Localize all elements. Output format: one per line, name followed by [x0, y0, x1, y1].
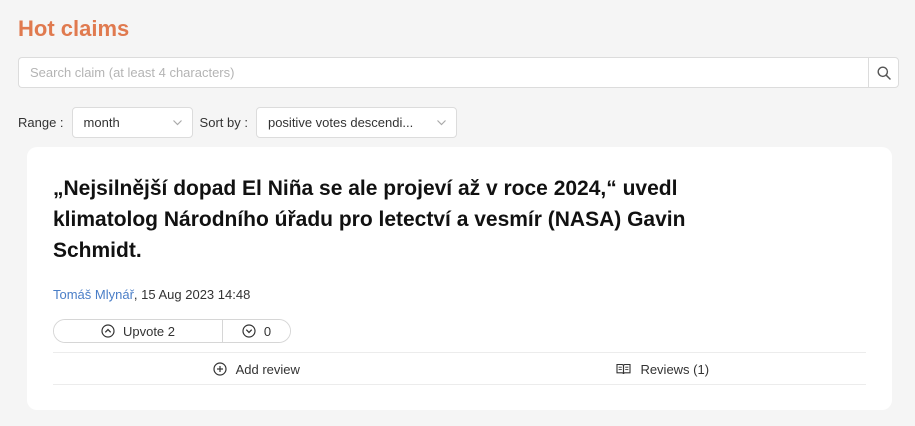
plus-circle-icon	[212, 362, 227, 376]
chevron-up-circle-icon	[101, 324, 115, 338]
range-select-value: month	[83, 115, 120, 130]
downvote-button[interactable]: 0	[223, 320, 290, 342]
chevron-down-icon	[437, 120, 446, 126]
reviews-button[interactable]: Reviews (1)	[459, 354, 866, 385]
author-link[interactable]: Tomáš Mlynář	[53, 287, 134, 302]
claim-text: „Nejsilnější dopad El Niña se ale projev…	[53, 177, 686, 262]
filter-bar: Range : month Sort by : positive votes d…	[18, 107, 457, 138]
reviews-label: Reviews (1)	[640, 361, 710, 377]
add-review-label: Add review	[235, 361, 300, 377]
claim-card: „Nejsilnější dopad El Niña se ale projev…	[27, 147, 892, 410]
range-select[interactable]: month	[71, 107, 193, 138]
range-label: Range :	[18, 115, 64, 130]
upvote-button[interactable]: Upvote 2	[54, 320, 223, 342]
add-review-button[interactable]: Add review	[53, 354, 460, 385]
search-bar	[18, 57, 899, 88]
chevron-down-circle-icon	[242, 324, 256, 338]
page-title: Hot claims	[18, 16, 130, 41]
claim-meta: Tomáš Mlynář, 15 Aug 2023 14:48	[53, 287, 250, 302]
search-icon	[877, 66, 891, 80]
sort-select-value: positive votes descendi...	[267, 115, 414, 130]
claim-date: , 15 Aug 2023 14:48	[133, 287, 251, 302]
upvote-label: Upvote 2	[122, 323, 176, 339]
search-button[interactable]	[868, 57, 899, 88]
vote-group: Upvote 2 0	[53, 319, 291, 343]
downvote-count: 0	[263, 323, 272, 339]
search-input[interactable]	[18, 57, 868, 88]
sort-select[interactable]: positive votes descendi...	[255, 107, 457, 138]
sort-label: Sort by :	[199, 115, 248, 130]
chevron-down-icon	[172, 120, 182, 126]
claim-actions: Add review Reviews (1)	[53, 354, 866, 385]
divider	[53, 352, 866, 353]
book-icon	[616, 363, 631, 375]
